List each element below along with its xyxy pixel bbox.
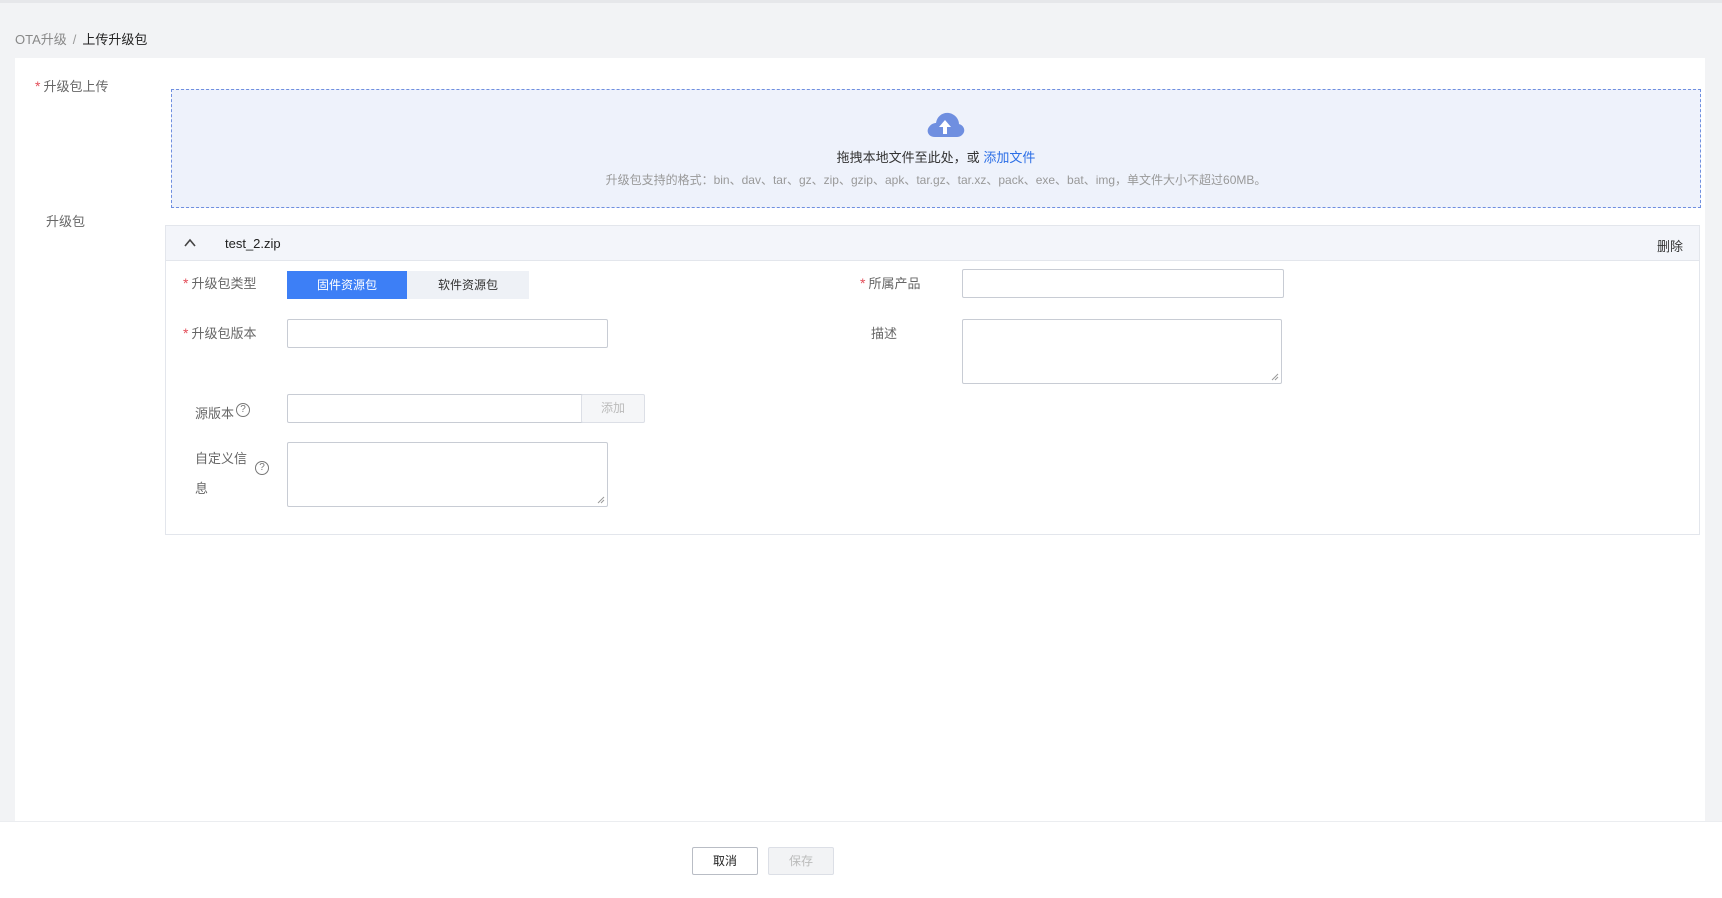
form-card: * 升级包上传 拖拽本地文件至此处，或 添加文件 升级包支持的格式：bin、dav…: [15, 58, 1705, 821]
required-mark: *: [860, 275, 866, 291]
package-panel-header: test_2.zip 删除: [166, 226, 1699, 261]
description-label: 描述: [871, 326, 898, 341]
dropzone-text: 拖拽本地文件至此处，或 添加文件: [172, 147, 1700, 166]
package-type-toggle[interactable]: 固件资源包 软件资源包: [287, 271, 529, 299]
add-file-link[interactable]: 添加文件: [983, 150, 1035, 165]
source-version-label: 源版本: [195, 406, 235, 421]
required-mark: *: [183, 325, 189, 341]
description-textarea[interactable]: [962, 319, 1282, 384]
breadcrumb-separator: /: [72, 32, 77, 47]
type-software-option[interactable]: 软件资源包: [407, 271, 529, 299]
breadcrumb-current: 上传升级包: [82, 32, 148, 47]
type-firmware-option[interactable]: 固件资源包: [287, 271, 407, 299]
resize-handle-icon[interactable]: [1271, 373, 1279, 381]
breadcrumb-parent-link[interactable]: OTA升级: [15, 32, 67, 47]
upload-label: * 升级包上传: [35, 78, 109, 94]
help-icon[interactable]: ?: [255, 461, 269, 475]
required-mark: *: [35, 78, 41, 94]
version-input[interactable]: [287, 319, 608, 348]
package-type-label: * 升级包类型: [183, 275, 257, 291]
save-button[interactable]: 保存: [768, 847, 834, 875]
dropzone-instruction: 拖拽本地文件至此处，或: [836, 150, 980, 165]
top-divider: [0, 0, 1722, 3]
breadcrumb: OTA升级 / 上传升级包: [15, 29, 147, 48]
help-icon[interactable]: ?: [236, 403, 250, 417]
upload-dropzone[interactable]: 拖拽本地文件至此处，或 添加文件 升级包支持的格式：bin、dav、tar、gz…: [171, 89, 1701, 208]
cloud-upload-icon: [927, 112, 965, 137]
required-mark: *: [183, 275, 189, 291]
cancel-button[interactable]: 取消: [692, 847, 758, 875]
package-label: 升级包: [46, 214, 86, 229]
package-file-name: test_2.zip: [225, 236, 281, 251]
delete-button[interactable]: 删除: [1657, 236, 1683, 255]
product-label: * 所属产品: [860, 275, 921, 291]
custom-info-label: 自定义信息: [195, 451, 248, 496]
product-select[interactable]: [962, 269, 1284, 298]
footer-bar: 取消 保存: [0, 821, 1722, 898]
source-version-input[interactable]: [287, 394, 608, 423]
version-label: * 升级包版本: [183, 325, 257, 341]
custom-info-textarea[interactable]: [287, 442, 608, 507]
chevron-up-icon[interactable]: [183, 236, 197, 250]
package-panel: test_2.zip 删除 * 升级包类型 固件资源包 软件资源包 * 所属产品 *…: [165, 225, 1700, 535]
resize-handle-icon[interactable]: [597, 496, 605, 504]
add-source-version-button[interactable]: 添加: [581, 394, 645, 423]
format-hint: 升级包支持的格式：bin、dav、tar、gz、zip、gzip、apk、tar…: [605, 173, 1267, 187]
